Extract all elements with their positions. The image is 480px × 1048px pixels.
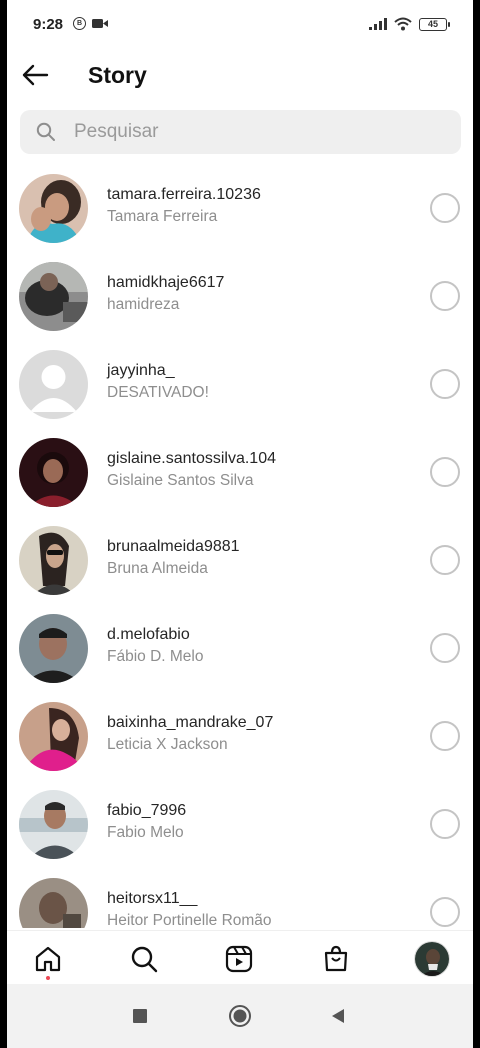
active-indicator [46,976,50,980]
full-name: DESATIVADO! [107,384,209,401]
list-item[interactable]: fabio_7996 Fabio Melo [7,780,473,868]
username: hamidkhaje6617 [107,274,225,291]
arrow-left-icon [22,64,49,86]
full-name: Bruna Almeida [107,560,208,577]
profile-avatar [414,941,450,977]
full-name: Gislaine Santos Silva [107,472,254,489]
select-radio[interactable] [430,809,460,839]
shop-icon [324,945,348,972]
select-radio[interactable] [430,457,460,487]
wifi-icon [394,17,412,31]
username: heitorsx11__ [107,890,198,907]
back-system-button[interactable] [326,1004,350,1028]
username: jayyinha_ [107,362,175,379]
avatar [19,437,88,507]
nav-home[interactable] [28,939,68,979]
avatar [19,261,88,331]
select-radio[interactable] [430,281,460,311]
select-radio[interactable] [430,633,460,663]
list-item[interactable]: jayyinha_ DESATIVADO! [7,340,473,428]
square-icon [133,1009,147,1023]
username: gislaine.santossilva.104 [107,450,276,467]
select-radio[interactable] [430,721,460,751]
system-nav-bar [7,984,473,1048]
select-radio[interactable] [430,545,460,575]
list-item[interactable]: tamara.ferreira.10236 Tamara Ferreira [7,164,473,252]
select-radio[interactable] [430,897,460,927]
search-bar[interactable] [20,110,461,154]
full-name: Heitor Portinelle Romão [107,912,272,928]
triangle-back-icon [332,1009,344,1023]
username: baixinha_mandrake_07 [107,714,274,731]
circle-home-icon [229,1005,251,1027]
signal-icon [369,18,387,30]
list-item[interactable]: baixinha_mandrake_07 Leticia X Jackson [7,692,473,780]
status-bar: 9:28 B 45 [7,0,473,48]
list-item[interactable]: d.melofabio Fábio D. Melo [7,604,473,692]
select-radio[interactable] [430,369,460,399]
avatar [19,877,88,928]
username: tamara.ferreira.10236 [107,186,261,203]
device-frame: 9:28 B 45 Story tamara.ferreir [0,0,480,1048]
contact-list: tamara.ferreira.10236 Tamara Ferreira ha… [7,164,473,928]
full-name: Fábio D. Melo [107,648,204,665]
list-item[interactable]: gislaine.santossilva.104 Gislaine Santos… [7,428,473,516]
status-time: 9:28 [33,16,64,33]
battery-icon: 45 [419,17,450,31]
nav-reels[interactable] [219,939,259,979]
search-input[interactable] [74,121,434,143]
nav-search[interactable] [124,939,164,979]
list-item[interactable]: heitorsx11__ Heitor Portinelle Romão [7,868,473,928]
full-name: hamidreza [107,296,180,313]
recents-button[interactable] [128,1004,152,1028]
reels-icon [225,945,253,973]
video-camera-icon [92,19,108,28]
screen: 9:28 B 45 Story tamara.ferreir [7,0,473,1048]
nav-profile[interactable] [412,939,452,979]
page-title: Story [88,62,147,88]
avatar [19,173,88,243]
bottom-nav [7,930,473,984]
notification-icon: B [73,17,86,30]
header: Story [7,50,473,100]
search-icon [131,946,158,973]
full-name: Fabio Melo [107,824,184,841]
select-radio[interactable] [430,193,460,223]
back-button[interactable] [17,58,53,92]
home-system-button[interactable] [228,1004,252,1028]
avatar [19,525,88,595]
username: d.melofabio [107,626,190,643]
list-item[interactable]: hamidkhaje6617 hamidreza [7,252,473,340]
avatar [19,613,88,683]
avatar [19,701,88,771]
home-icon [35,946,61,972]
full-name: Tamara Ferreira [107,208,218,225]
full-name: Leticia X Jackson [107,736,228,753]
nav-shop[interactable] [316,939,356,979]
username: brunaalmeida9881 [107,538,240,555]
avatar [19,789,88,859]
avatar [19,349,88,419]
list-item[interactable]: brunaalmeida9881 Bruna Almeida [7,516,473,604]
search-icon [36,122,55,141]
username: fabio_7996 [107,802,187,819]
